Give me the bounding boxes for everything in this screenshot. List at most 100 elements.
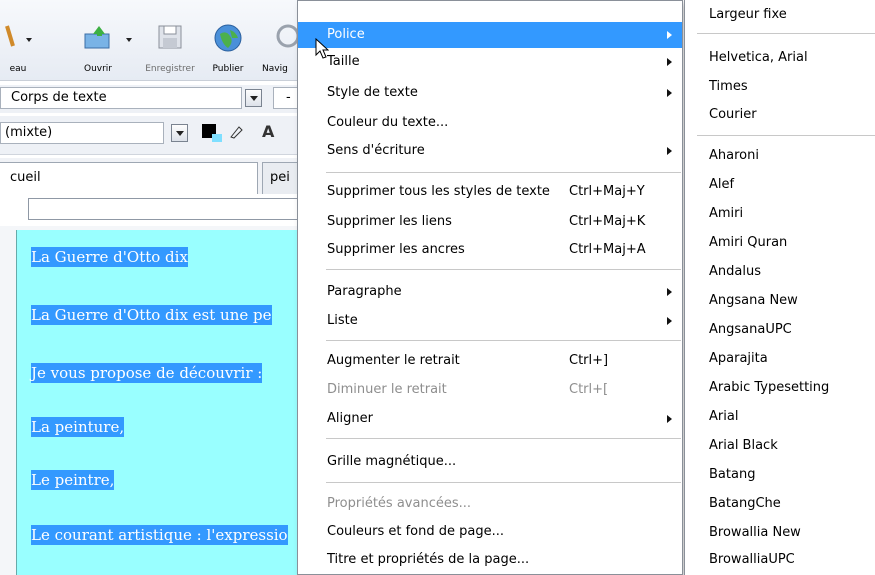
editor-line: Le courant artistique : l'expressio	[31, 525, 288, 545]
font-item[interactable]: Angsana New	[685, 287, 875, 315]
menu-item-paragraphe[interactable]: Paragraphe	[298, 279, 682, 305]
menu-item-style-texte[interactable]: Style de texte	[298, 80, 682, 106]
menu-item-supprimer-liens[interactable]: Supprimer les liens Ctrl+Maj+K	[298, 209, 682, 235]
menu-item-shortcut: Ctrl+[	[569, 382, 609, 397]
menu-item-shortcut: Ctrl+Maj+A	[569, 242, 646, 257]
editor-area[interactable]: La Guerre d'Otto dix La Guerre d'Otto di…	[0, 226, 301, 575]
submenu-arrow-icon	[667, 31, 672, 39]
font-item[interactable]: Batang	[685, 461, 875, 489]
menu-separator	[697, 135, 875, 136]
menu-item-label: Taille	[327, 54, 360, 69]
menu-item-police[interactable]: Police	[298, 22, 682, 48]
menu-item-diminuer-retrait[interactable]: Diminuer le retrait Ctrl+[	[298, 377, 682, 403]
menu-item-label: Propriétés avancées...	[327, 496, 472, 511]
browse-button[interactable]: Navig	[256, 0, 300, 80]
open-folder-icon	[81, 22, 115, 55]
menu-item-label: Titre et propriétés de la page...	[327, 552, 530, 567]
font-item-helvetica[interactable]: Helvetica, Arial	[685, 44, 875, 72]
menu-item-label: Police	[327, 27, 365, 42]
menu-separator	[326, 438, 681, 439]
submenu-arrow-icon	[667, 147, 672, 155]
menu-item-taille[interactable]: Taille	[298, 49, 682, 75]
menu-separator	[697, 33, 875, 34]
menu-item-label: Couleurs et fond de page...	[327, 524, 504, 539]
paragraph-style-select[interactable]: Corps de texte	[0, 87, 242, 109]
browse-label: Navig	[262, 64, 288, 74]
extra-select[interactable]: -	[273, 87, 300, 109]
menu-item-label: Augmenter le retrait	[327, 353, 460, 368]
font-select-dropdown[interactable]	[171, 124, 188, 142]
font-item[interactable]: Arial	[685, 403, 875, 431]
font-item[interactable]: BrowalliaUPC	[685, 546, 875, 574]
submenu-arrow-icon	[667, 58, 672, 66]
menu-item-label: Couleur du texte...	[327, 115, 449, 130]
font-item[interactable]: BatangChe	[685, 490, 875, 518]
publish-button[interactable]: Publier	[202, 0, 254, 80]
menu-item-label: Supprimer les ancres	[327, 242, 465, 257]
font-item[interactable]: Aparajita	[685, 345, 875, 373]
menu-item-titre-proprietes[interactable]: Titre et propriétés de la page...	[298, 547, 682, 573]
font-item-courier[interactable]: Courier	[685, 101, 875, 129]
font-item[interactable]: Amiri	[685, 200, 875, 228]
menu-item-aligner[interactable]: Aligner	[298, 406, 682, 432]
page-tabs: cueil pei	[0, 158, 300, 194]
paragraph-style-dropdown[interactable]	[245, 89, 262, 107]
open-button[interactable]: Ouvrir	[62, 0, 134, 80]
menu-item-grille-magnetique[interactable]: Grille magnétique...	[298, 449, 682, 475]
menu-item-shortcut: Ctrl+Maj+Y	[569, 184, 645, 199]
menu-item-shortcut: Ctrl+]	[569, 353, 609, 368]
tab-peinture[interactable]: pei	[262, 162, 300, 194]
bg-color-swatch[interactable]	[212, 134, 222, 142]
submenu-arrow-icon	[667, 89, 672, 97]
menu-item-couleur-texte[interactable]: Couleur du texte...	[298, 110, 682, 136]
menu-item-label: Aligner	[327, 411, 373, 426]
table-button[interactable]: eau	[0, 0, 36, 80]
menu-item-proprietes-avancees[interactable]: Propriétés avancées...	[298, 491, 682, 517]
editor-line: La peinture,	[31, 417, 125, 437]
table-label: eau	[9, 64, 27, 74]
menu-item-label: Diminuer le retrait	[327, 382, 447, 397]
menu-item-liste[interactable]: Liste	[298, 308, 682, 334]
submenu-arrow-icon	[667, 317, 672, 325]
font-item[interactable]: Browallia New	[685, 519, 875, 547]
font-item[interactable]: Arial Black	[685, 432, 875, 460]
format-context-menu: Police Taille Style de texte Couleur du …	[297, 0, 683, 575]
publish-label: Publier	[212, 64, 244, 74]
mouse-cursor-icon	[315, 37, 330, 63]
table-icon	[3, 22, 21, 53]
menu-item-supprimer-ancres[interactable]: Supprimer les ancres Ctrl+Maj+A	[298, 237, 682, 263]
highlight-pen-icon[interactable]	[228, 124, 244, 143]
format-bar: Corps de texte -	[0, 85, 300, 113]
font-select[interactable]: (mixte)	[0, 122, 164, 144]
menu-item-label: Style de texte	[327, 85, 418, 100]
editor-line: La Guerre d'Otto dix est une pe	[31, 305, 272, 325]
globe-icon	[212, 22, 244, 57]
font-submenu: Largeur fixe Helvetica, Arial Times Cour…	[684, 0, 875, 575]
menu-item-sens-ecriture[interactable]: Sens d'écriture	[298, 138, 682, 164]
save-label: Enregistrer	[145, 64, 195, 74]
submenu-arrow-icon	[667, 415, 672, 423]
menu-item-augmenter-retrait[interactable]: Augmenter le retrait Ctrl+]	[298, 348, 682, 374]
editor-line: La Guerre d'Otto dix	[31, 247, 188, 267]
menu-item-label: Paragraphe	[327, 284, 402, 299]
menu-item-couleurs-fond[interactable]: Couleurs et fond de page...	[298, 519, 682, 545]
main-toolbar: eau Ouvrir Enregistrer Publier Navig	[0, 0, 300, 81]
font-item-times[interactable]: Times	[685, 73, 875, 101]
font-item[interactable]: Andalus	[685, 258, 875, 286]
menu-item-label: Liste	[327, 313, 358, 328]
menu-separator	[326, 340, 681, 341]
address-field[interactable]	[28, 198, 300, 220]
font-item[interactable]: AngsanaUPC	[685, 316, 875, 344]
font-bar: (mixte) A	[0, 116, 300, 155]
menu-item-label: Sens d'écriture	[327, 143, 425, 158]
font-size-letter[interactable]: A	[262, 122, 274, 141]
font-item[interactable]: Amiri Quran	[685, 229, 875, 257]
submenu-arrow-icon	[667, 288, 672, 296]
font-item[interactable]: Arabic Typesetting	[685, 374, 875, 402]
font-item[interactable]: Aharoni	[685, 142, 875, 170]
save-button[interactable]: Enregistrer	[138, 0, 202, 80]
menu-item-supprimer-styles[interactable]: Supprimer tous les styles de texte Ctrl+M…	[298, 179, 682, 205]
tab-accueil[interactable]: cueil	[0, 162, 258, 194]
font-item-largeur-fixe[interactable]: Largeur fixe	[685, 2, 875, 28]
font-item[interactable]: Alef	[685, 171, 875, 199]
